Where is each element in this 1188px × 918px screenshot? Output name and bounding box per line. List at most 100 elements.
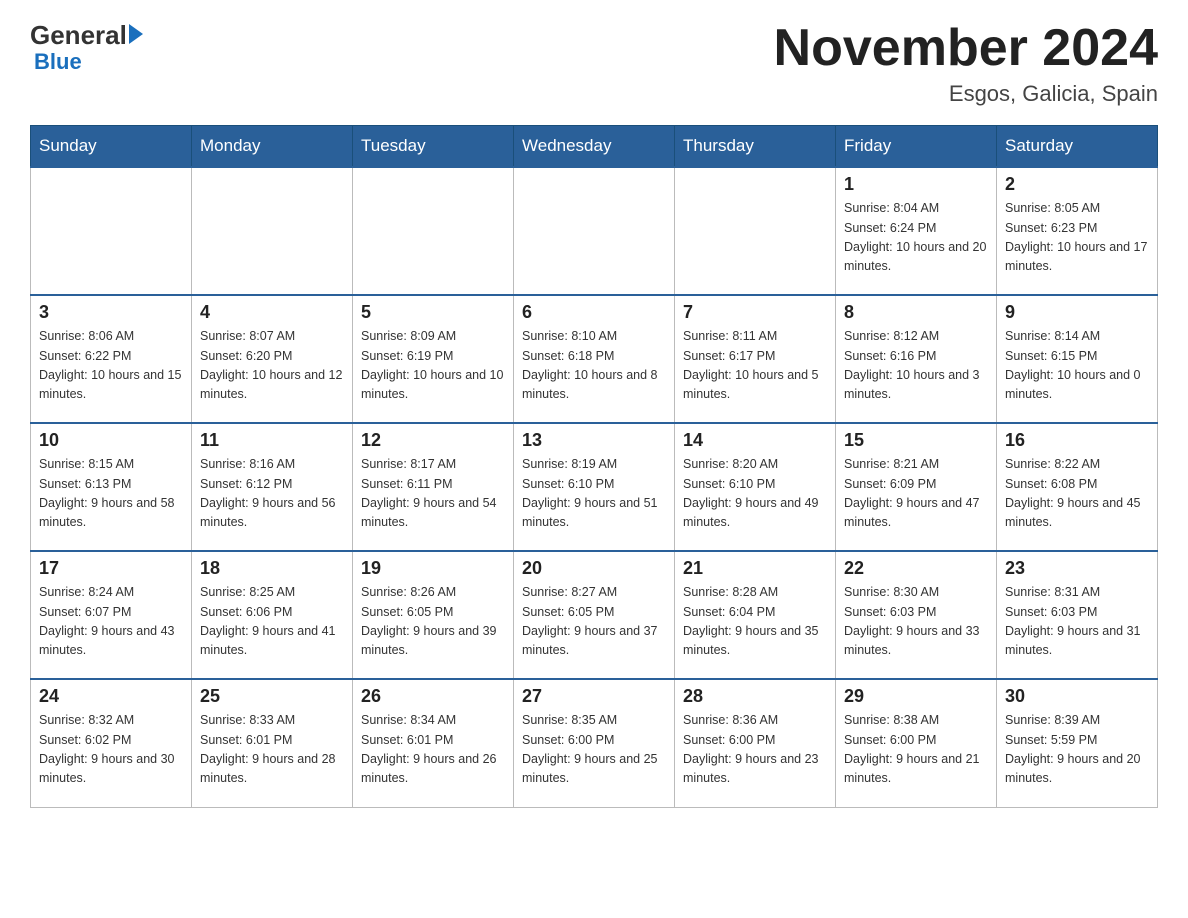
day-info: Sunrise: 8:21 AMSunset: 6:09 PMDaylight:… (844, 455, 988, 533)
day-info: Sunrise: 8:27 AMSunset: 6:05 PMDaylight:… (522, 583, 666, 661)
header: General Blue November 2024 Esgos, Galici… (30, 20, 1158, 107)
month-title: November 2024 (774, 20, 1158, 77)
day-number: 11 (200, 430, 344, 451)
day-number: 26 (361, 686, 505, 707)
day-info: Sunrise: 8:20 AMSunset: 6:10 PMDaylight:… (683, 455, 827, 533)
day-info: Sunrise: 8:34 AMSunset: 6:01 PMDaylight:… (361, 711, 505, 789)
day-info: Sunrise: 8:16 AMSunset: 6:12 PMDaylight:… (200, 455, 344, 533)
calendar-cell: 15 Sunrise: 8:21 AMSunset: 6:09 PMDayligh… (836, 423, 997, 551)
calendar-cell: 8 Sunrise: 8:12 AMSunset: 6:16 PMDaylight… (836, 295, 997, 423)
calendar-week-4: 17 Sunrise: 8:24 AMSunset: 6:07 PMDayligh… (31, 551, 1158, 679)
weekday-header-tuesday: Tuesday (353, 126, 514, 168)
day-info: Sunrise: 8:38 AMSunset: 6:00 PMDaylight:… (844, 711, 988, 789)
calendar-cell: 11 Sunrise: 8:16 AMSunset: 6:12 PMDayligh… (192, 423, 353, 551)
day-info: Sunrise: 8:36 AMSunset: 6:00 PMDaylight:… (683, 711, 827, 789)
day-number: 13 (522, 430, 666, 451)
calendar-cell: 25 Sunrise: 8:33 AMSunset: 6:01 PMDayligh… (192, 679, 353, 807)
calendar-cell: 7Sunrise: 8:11 AMSunset: 6:17 PMDaylight… (675, 295, 836, 423)
day-number: 29 (844, 686, 988, 707)
calendar-cell (353, 167, 514, 295)
day-info: Sunrise: 8:11 AMSunset: 6:17 PMDaylight:… (683, 327, 827, 405)
day-number: 27 (522, 686, 666, 707)
calendar-cell: 29 Sunrise: 8:38 AMSunset: 6:00 PMDayligh… (836, 679, 997, 807)
day-number: 18 (200, 558, 344, 579)
calendar: SundayMondayTuesdayWednesdayThursdayFrid… (30, 125, 1158, 808)
day-number: 21 (683, 558, 827, 579)
calendar-cell: 5 Sunrise: 8:09 AMSunset: 6:19 PMDaylight… (353, 295, 514, 423)
calendar-cell: 20 Sunrise: 8:27 AMSunset: 6:05 PMDayligh… (514, 551, 675, 679)
day-info: Sunrise: 8:35 AMSunset: 6:00 PMDaylight:… (522, 711, 666, 789)
calendar-week-2: 3 Sunrise: 8:06 AMSunset: 6:22 PMDaylight… (31, 295, 1158, 423)
day-number: 1 (844, 174, 988, 195)
calendar-cell: 22 Sunrise: 8:30 AMSunset: 6:03 PMDayligh… (836, 551, 997, 679)
day-number: 5 (361, 302, 505, 323)
calendar-cell: 12Sunrise: 8:17 AMSunset: 6:11 PMDayligh… (353, 423, 514, 551)
calendar-cell: 10Sunrise: 8:15 AMSunset: 6:13 PMDayligh… (31, 423, 192, 551)
calendar-cell: 18 Sunrise: 8:25 AMSunset: 6:06 PMDayligh… (192, 551, 353, 679)
calendar-week-1: 1Sunrise: 8:04 AMSunset: 6:24 PMDaylight… (31, 167, 1158, 295)
calendar-cell: 13 Sunrise: 8:19 AMSunset: 6:10 PMDayligh… (514, 423, 675, 551)
day-number: 8 (844, 302, 988, 323)
day-number: 15 (844, 430, 988, 451)
weekday-header-saturday: Saturday (997, 126, 1158, 168)
day-info: Sunrise: 8:09 AMSunset: 6:19 PMDaylight:… (361, 327, 505, 405)
calendar-cell (192, 167, 353, 295)
calendar-cell: 23 Sunrise: 8:31 AMSunset: 6:03 PMDayligh… (997, 551, 1158, 679)
logo-blue-text: Blue (34, 49, 82, 75)
calendar-cell: 2Sunrise: 8:05 AMSunset: 6:23 PMDaylight… (997, 167, 1158, 295)
day-number: 19 (361, 558, 505, 579)
day-number: 14 (683, 430, 827, 451)
day-info: Sunrise: 8:22 AMSunset: 6:08 PMDaylight:… (1005, 455, 1149, 533)
day-number: 24 (39, 686, 183, 707)
day-info: Sunrise: 8:31 AMSunset: 6:03 PMDaylight:… (1005, 583, 1149, 661)
calendar-cell (675, 167, 836, 295)
weekday-header-wednesday: Wednesday (514, 126, 675, 168)
day-info: Sunrise: 8:12 AMSunset: 6:16 PMDaylight:… (844, 327, 988, 405)
day-info: Sunrise: 8:17 AMSunset: 6:11 PMDaylight:… (361, 455, 505, 533)
day-info: Sunrise: 8:32 AMSunset: 6:02 PMDaylight:… (39, 711, 183, 789)
weekday-header-sunday: Sunday (31, 126, 192, 168)
day-info: Sunrise: 8:28 AMSunset: 6:04 PMDaylight:… (683, 583, 827, 661)
day-number: 25 (200, 686, 344, 707)
day-number: 23 (1005, 558, 1149, 579)
calendar-week-3: 10Sunrise: 8:15 AMSunset: 6:13 PMDayligh… (31, 423, 1158, 551)
calendar-cell: 24 Sunrise: 8:32 AMSunset: 6:02 PMDayligh… (31, 679, 192, 807)
day-number: 9 (1005, 302, 1149, 323)
day-number: 6 (522, 302, 666, 323)
logo-general-text: General (30, 20, 127, 51)
day-number: 16 (1005, 430, 1149, 451)
title-area: November 2024 Esgos, Galicia, Spain (774, 20, 1158, 107)
calendar-cell (31, 167, 192, 295)
day-info: Sunrise: 8:30 AMSunset: 6:03 PMDaylight:… (844, 583, 988, 661)
day-number: 30 (1005, 686, 1149, 707)
calendar-cell: 16 Sunrise: 8:22 AMSunset: 6:08 PMDayligh… (997, 423, 1158, 551)
day-number: 22 (844, 558, 988, 579)
day-info: Sunrise: 8:39 AMSunset: 5:59 PMDaylight:… (1005, 711, 1149, 789)
calendar-cell: 19 Sunrise: 8:26 AMSunset: 6:05 PMDayligh… (353, 551, 514, 679)
day-number: 20 (522, 558, 666, 579)
day-info: Sunrise: 8:33 AMSunset: 6:01 PMDaylight:… (200, 711, 344, 789)
logo-arrow-icon (129, 24, 143, 44)
weekday-header-row: SundayMondayTuesdayWednesdayThursdayFrid… (31, 126, 1158, 168)
calendar-cell: 14 Sunrise: 8:20 AMSunset: 6:10 PMDayligh… (675, 423, 836, 551)
day-info: Sunrise: 8:15 AMSunset: 6:13 PMDaylight:… (39, 455, 183, 533)
day-number: 28 (683, 686, 827, 707)
calendar-cell: 4 Sunrise: 8:07 AMSunset: 6:20 PMDaylight… (192, 295, 353, 423)
weekday-header-friday: Friday (836, 126, 997, 168)
day-info: Sunrise: 8:07 AMSunset: 6:20 PMDaylight:… (200, 327, 344, 405)
weekday-header-thursday: Thursday (675, 126, 836, 168)
day-info: Sunrise: 8:25 AMSunset: 6:06 PMDaylight:… (200, 583, 344, 661)
logo: General (30, 20, 143, 51)
logo-area: General Blue (30, 20, 143, 75)
calendar-cell: 21 Sunrise: 8:28 AMSunset: 6:04 PMDayligh… (675, 551, 836, 679)
day-number: 4 (200, 302, 344, 323)
day-info: Sunrise: 8:06 AMSunset: 6:22 PMDaylight:… (39, 327, 183, 405)
day-info: Sunrise: 8:26 AMSunset: 6:05 PMDaylight:… (361, 583, 505, 661)
calendar-cell: 26 Sunrise: 8:34 AMSunset: 6:01 PMDayligh… (353, 679, 514, 807)
day-info: Sunrise: 8:19 AMSunset: 6:10 PMDaylight:… (522, 455, 666, 533)
calendar-cell: 28 Sunrise: 8:36 AMSunset: 6:00 PMDayligh… (675, 679, 836, 807)
day-number: 3 (39, 302, 183, 323)
calendar-cell: 17 Sunrise: 8:24 AMSunset: 6:07 PMDayligh… (31, 551, 192, 679)
day-number: 17 (39, 558, 183, 579)
day-info: Sunrise: 8:24 AMSunset: 6:07 PMDaylight:… (39, 583, 183, 661)
